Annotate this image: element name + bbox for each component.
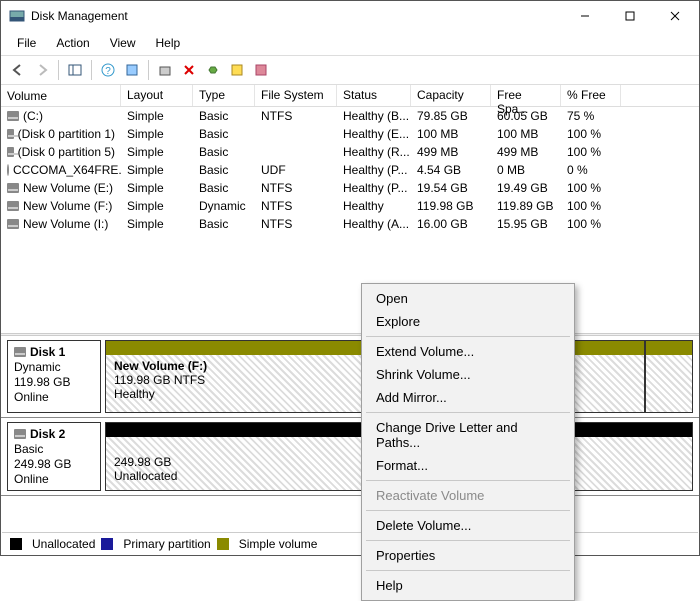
vol-name: (C:): [23, 109, 43, 123]
disk-type: Dynamic: [14, 360, 94, 374]
menu-help[interactable]: Help: [148, 34, 189, 52]
vol-name: New Volume (F:): [23, 199, 112, 213]
drive-icon: [7, 147, 14, 157]
drive-icon: [7, 129, 14, 139]
drive-icon: [14, 429, 26, 439]
vol-name: (Disk 0 partition 1): [18, 127, 115, 141]
maximize-button[interactable]: [607, 2, 652, 30]
menu-view[interactable]: View: [102, 34, 144, 52]
disk-label[interactable]: Disk 1 Dynamic 119.98 GB Online: [7, 340, 101, 413]
table-row[interactable]: CCCOMA_X64FRE... SimpleBasicUDFHealthy (…: [1, 161, 699, 179]
app-icon: [9, 8, 25, 24]
volume-block-extra[interactable]: [645, 340, 693, 413]
cd-icon: [7, 164, 9, 176]
delete-button[interactable]: [178, 59, 200, 81]
col-status[interactable]: Status: [337, 85, 411, 106]
disk-pane: Disk 1 Dynamic 119.98 GB Online New Volu…: [1, 336, 699, 418]
minimize-button[interactable]: [562, 2, 607, 30]
col-freespace[interactable]: Free Spa...: [491, 85, 561, 106]
table-row[interactable]: (Disk 0 partition 5) SimpleBasicHealthy …: [1, 143, 699, 161]
col-filesystem[interactable]: File System: [255, 85, 337, 106]
disk-state: Online: [14, 472, 94, 486]
drive-icon: [14, 347, 26, 357]
menubar: File Action View Help: [1, 31, 699, 55]
drive-icon: [7, 201, 19, 211]
menu-file[interactable]: File: [9, 34, 44, 52]
vol-name: CCCOMA_X64FRE...: [13, 163, 121, 177]
properties-button[interactable]: [202, 59, 224, 81]
window-title: Disk Management: [31, 9, 562, 23]
table-row[interactable]: (Disk 0 partition 1) SimpleBasicHealthy …: [1, 125, 699, 143]
legend: Unallocated Primary partition Simple vol…: [2, 532, 698, 554]
help-button[interactable]: ?: [97, 59, 119, 81]
menu-add-mirror[interactable]: Add Mirror...: [364, 386, 572, 409]
menu-reactivate: Reactivate Volume: [364, 484, 572, 507]
table-row[interactable]: New Volume (I:) SimpleBasicNTFSHealthy (…: [1, 215, 699, 233]
drive-icon: [7, 219, 19, 229]
close-button[interactable]: [652, 2, 697, 30]
menu-help[interactable]: Help: [364, 574, 572, 597]
disk-name: Disk 2: [30, 427, 65, 441]
menu-explore[interactable]: Explore: [364, 310, 572, 333]
titlebar: Disk Management: [1, 1, 699, 31]
disk-state: Online: [14, 390, 94, 404]
disk-size: 119.98 GB: [14, 375, 94, 389]
show-hide-button[interactable]: [64, 59, 86, 81]
col-pctfree[interactable]: % Free: [561, 85, 621, 106]
more-button[interactable]: [250, 59, 272, 81]
toolbar: ?: [1, 55, 699, 85]
table-row[interactable]: New Volume (F:) SimpleDynamicNTFSHealthy…: [1, 197, 699, 215]
volume-list-header: Volume Layout Type File System Status Ca…: [1, 85, 699, 107]
disk-label[interactable]: Disk 2 Basic 249.98 GB Online: [7, 422, 101, 491]
context-menu: Open Explore Extend Volume... Shrink Vol…: [361, 283, 575, 601]
menu-action[interactable]: Action: [48, 34, 97, 52]
table-row[interactable]: (C:) SimpleBasicNTFSHealthy (B...79.85 G…: [1, 107, 699, 125]
menu-format[interactable]: Format...: [364, 454, 572, 477]
vol-name: (Disk 0 partition 5): [18, 145, 115, 159]
vol-name: New Volume (I:): [23, 217, 108, 231]
menu-shrink-volume[interactable]: Shrink Volume...: [364, 363, 572, 386]
svg-text:?: ?: [105, 66, 111, 77]
legend-unallocated: Unallocated: [32, 537, 95, 551]
col-type[interactable]: Type: [193, 85, 255, 106]
vol-name: New Volume (E:): [23, 181, 113, 195]
volume-list: (C:) SimpleBasicNTFSHealthy (B...79.85 G…: [1, 107, 699, 233]
disk-size: 249.98 GB: [14, 457, 94, 471]
back-button[interactable]: [7, 59, 29, 81]
menu-extend-volume[interactable]: Extend Volume...: [364, 340, 572, 363]
menu-delete-volume[interactable]: Delete Volume...: [364, 514, 572, 537]
action-button[interactable]: [226, 59, 248, 81]
drive-icon: [7, 111, 19, 121]
legend-primary: Primary partition: [123, 537, 210, 551]
menu-open[interactable]: Open: [364, 287, 572, 310]
table-row[interactable]: New Volume (E:) SimpleBasicNTFSHealthy (…: [1, 179, 699, 197]
disk-pane: Disk 2 Basic 249.98 GB Online 249.98 GB …: [1, 418, 699, 496]
col-capacity[interactable]: Capacity: [411, 85, 491, 106]
settings-button[interactable]: [121, 59, 143, 81]
legend-simple: Simple volume: [239, 537, 318, 551]
col-layout[interactable]: Layout: [121, 85, 193, 106]
col-volume[interactable]: Volume: [1, 85, 121, 106]
refresh-button[interactable]: [154, 59, 176, 81]
forward-button[interactable]: [31, 59, 53, 81]
drive-icon: [7, 183, 19, 193]
disk-type: Basic: [14, 442, 94, 456]
disk-name: Disk 1: [30, 345, 65, 359]
menu-change-letter[interactable]: Change Drive Letter and Paths...: [364, 416, 572, 454]
